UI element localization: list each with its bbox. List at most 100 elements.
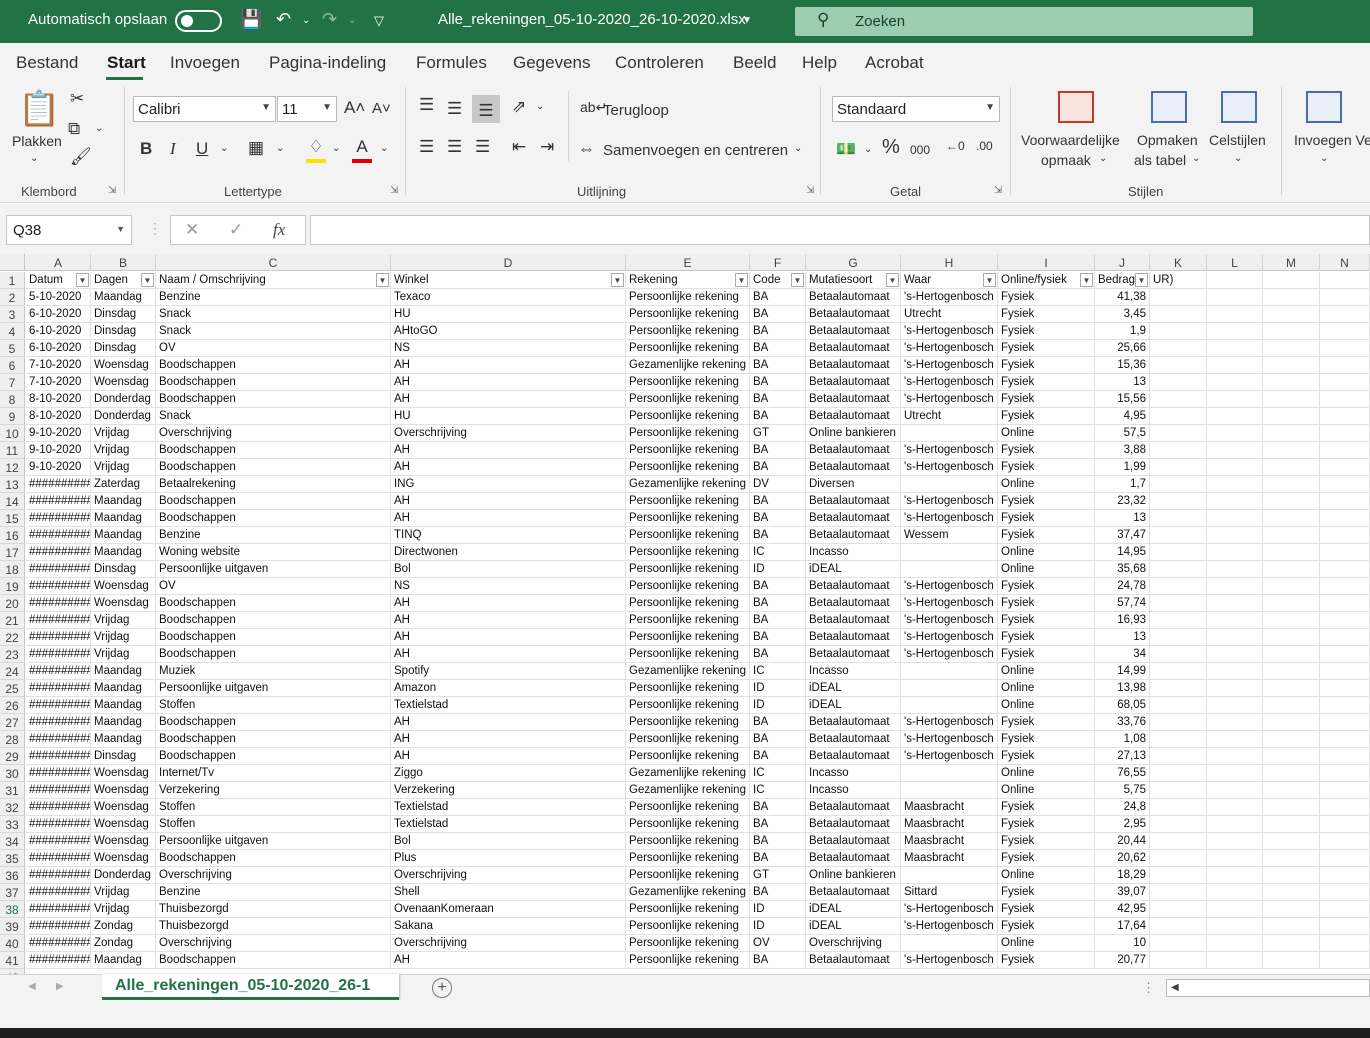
empty-cell[interactable] xyxy=(1150,595,1207,612)
column-header-e[interactable]: E xyxy=(626,254,750,271)
cell-a[interactable]: 8-10-2020 xyxy=(26,408,91,425)
cell-d[interactable]: Sakana xyxy=(391,918,626,935)
filter-dropdown-icon[interactable]: ▼ xyxy=(376,273,389,287)
row-header[interactable]: 32 xyxy=(0,799,25,816)
cell-i[interactable]: Fysiek xyxy=(998,510,1095,527)
cell-h[interactable]: Maasbracht xyxy=(901,833,998,850)
cell-f[interactable]: BA xyxy=(750,816,806,833)
empty-cell[interactable] xyxy=(1263,952,1320,969)
cell-h[interactable]: 's-Hertogenbosch xyxy=(901,289,998,306)
header-cell[interactable]: Datum ▼ xyxy=(26,272,91,289)
cell-j[interactable]: 15,36 xyxy=(1095,357,1150,374)
cell-a[interactable]: ########### xyxy=(26,816,91,833)
empty-cell[interactable] xyxy=(1207,731,1263,748)
insert-cells-label[interactable]: Invoegen Ve xyxy=(1294,132,1370,148)
cell-b[interactable]: Woensdag xyxy=(91,578,156,595)
cell-g[interactable]: Incasso xyxy=(806,765,901,782)
cell-f[interactable]: ID xyxy=(750,561,806,578)
empty-cell[interactable] xyxy=(1320,408,1370,425)
cell-b[interactable]: Dinsdag xyxy=(91,306,156,323)
wrap-text-button[interactable]: Terugloop xyxy=(603,102,669,119)
empty-cell[interactable] xyxy=(1150,850,1207,867)
row-header[interactable]: 36 xyxy=(0,867,25,884)
cell-b[interactable]: Woensdag xyxy=(91,765,156,782)
cell-b[interactable]: Woensdag xyxy=(91,799,156,816)
cell-b[interactable]: Donderdag xyxy=(91,867,156,884)
cell-f[interactable]: BA xyxy=(750,731,806,748)
cell-g[interactable]: Online bankieren xyxy=(806,867,901,884)
column-header-k[interactable]: K xyxy=(1150,254,1207,271)
cell-c[interactable]: Benzine xyxy=(156,527,391,544)
cell-a[interactable]: ########### xyxy=(26,493,91,510)
cell-d[interactable]: AH xyxy=(391,629,626,646)
cell-a[interactable]: ########### xyxy=(26,544,91,561)
cell-e[interactable]: Persoonlijke rekening xyxy=(626,612,750,629)
cell-b[interactable]: Woensdag xyxy=(91,833,156,850)
cell-d[interactable]: Plus xyxy=(391,850,626,867)
cell-c[interactable]: Benzine xyxy=(156,289,391,306)
empty-cell[interactable] xyxy=(1207,357,1263,374)
redo-icon[interactable]: ↷ xyxy=(322,9,337,30)
cell-i[interactable]: Fysiek xyxy=(998,340,1095,357)
cell-i[interactable]: Fysiek xyxy=(998,850,1095,867)
title-dropdown-icon[interactable]: ▼ xyxy=(742,15,752,26)
cell-b[interactable]: Maandag xyxy=(91,680,156,697)
empty-cell[interactable] xyxy=(1320,731,1370,748)
cell-g[interactable]: iDEAL xyxy=(806,918,901,935)
empty-cell[interactable] xyxy=(1320,697,1370,714)
cell-j[interactable]: 14,99 xyxy=(1095,663,1150,680)
filter-dropdown-icon[interactable]: ▼ xyxy=(611,273,624,287)
cell-i[interactable]: Fysiek xyxy=(998,289,1095,306)
cell-b[interactable]: Zaterdag xyxy=(91,476,156,493)
empty-cell[interactable] xyxy=(1150,340,1207,357)
filter-dropdown-icon[interactable]: ▼ xyxy=(791,273,804,287)
empty-cell[interactable] xyxy=(1207,952,1263,969)
empty-cell[interactable] xyxy=(1207,697,1263,714)
row-header[interactable]: 39 xyxy=(0,918,25,935)
decrease-indent-icon[interactable]: ⇤ xyxy=(512,137,526,157)
cell-j[interactable]: 76,55 xyxy=(1095,765,1150,782)
number-dialog-icon[interactable]: ⇲ xyxy=(994,185,1002,196)
empty-cell[interactable] xyxy=(1263,374,1320,391)
tab-controleren[interactable]: Controleren xyxy=(615,53,704,73)
cell-b[interactable]: Vrijdag xyxy=(91,884,156,901)
cell-e[interactable]: Persoonlijke rekening xyxy=(626,289,750,306)
cell-c[interactable]: Snack xyxy=(156,408,391,425)
empty-cell[interactable] xyxy=(1150,697,1207,714)
cell-j[interactable]: 35,68 xyxy=(1095,561,1150,578)
increase-decimal-icon[interactable]: ←0 xyxy=(946,139,965,153)
cell-j[interactable]: 24,8 xyxy=(1095,799,1150,816)
orientation-dropdown-icon[interactable]: ⌄ xyxy=(536,101,544,112)
empty-cell[interactable] xyxy=(1207,442,1263,459)
formula-input[interactable] xyxy=(310,215,1370,245)
row-header[interactable]: 18 xyxy=(0,561,25,578)
empty-cell[interactable] xyxy=(1320,782,1370,799)
cell-e[interactable]: Persoonlijke rekening xyxy=(626,527,750,544)
cell-h[interactable] xyxy=(901,476,998,493)
format-table-label-1[interactable]: Opmaken xyxy=(1137,132,1198,148)
cell-i[interactable]: Online xyxy=(998,680,1095,697)
header-cell[interactable]: Bedrag ▼ xyxy=(1095,272,1150,289)
cell-f[interactable]: BA xyxy=(750,442,806,459)
underline-icon[interactable]: U xyxy=(196,139,208,159)
empty-cell[interactable] xyxy=(1263,493,1320,510)
cell-i[interactable]: Fysiek xyxy=(998,714,1095,731)
empty-cell[interactable] xyxy=(1150,833,1207,850)
currency-icon[interactable]: 💵 xyxy=(836,139,856,159)
cell-g[interactable]: Betaalautomaat xyxy=(806,510,901,527)
name-box[interactable]: Q38 ▼ xyxy=(6,215,132,245)
cell-e[interactable]: Gezamenlijke rekening xyxy=(626,357,750,374)
cell-g[interactable]: Betaalautomaat xyxy=(806,459,901,476)
tab-formules[interactable]: Formules xyxy=(416,53,487,73)
cell-f[interactable]: BA xyxy=(750,748,806,765)
cell-f[interactable]: BA xyxy=(750,408,806,425)
tab-invoegen[interactable]: Invoegen xyxy=(170,53,240,73)
cell-i[interactable]: Fysiek xyxy=(998,748,1095,765)
cell-g[interactable]: Diversen xyxy=(806,476,901,493)
row-header[interactable]: 25 xyxy=(0,680,25,697)
cell-a[interactable]: ########### xyxy=(26,918,91,935)
cell-c[interactable]: Snack xyxy=(156,323,391,340)
cell-j[interactable]: 68,05 xyxy=(1095,697,1150,714)
cell-g[interactable]: Incasso xyxy=(806,663,901,680)
horizontal-scrollbar[interactable]: ◀ xyxy=(1166,979,1370,997)
